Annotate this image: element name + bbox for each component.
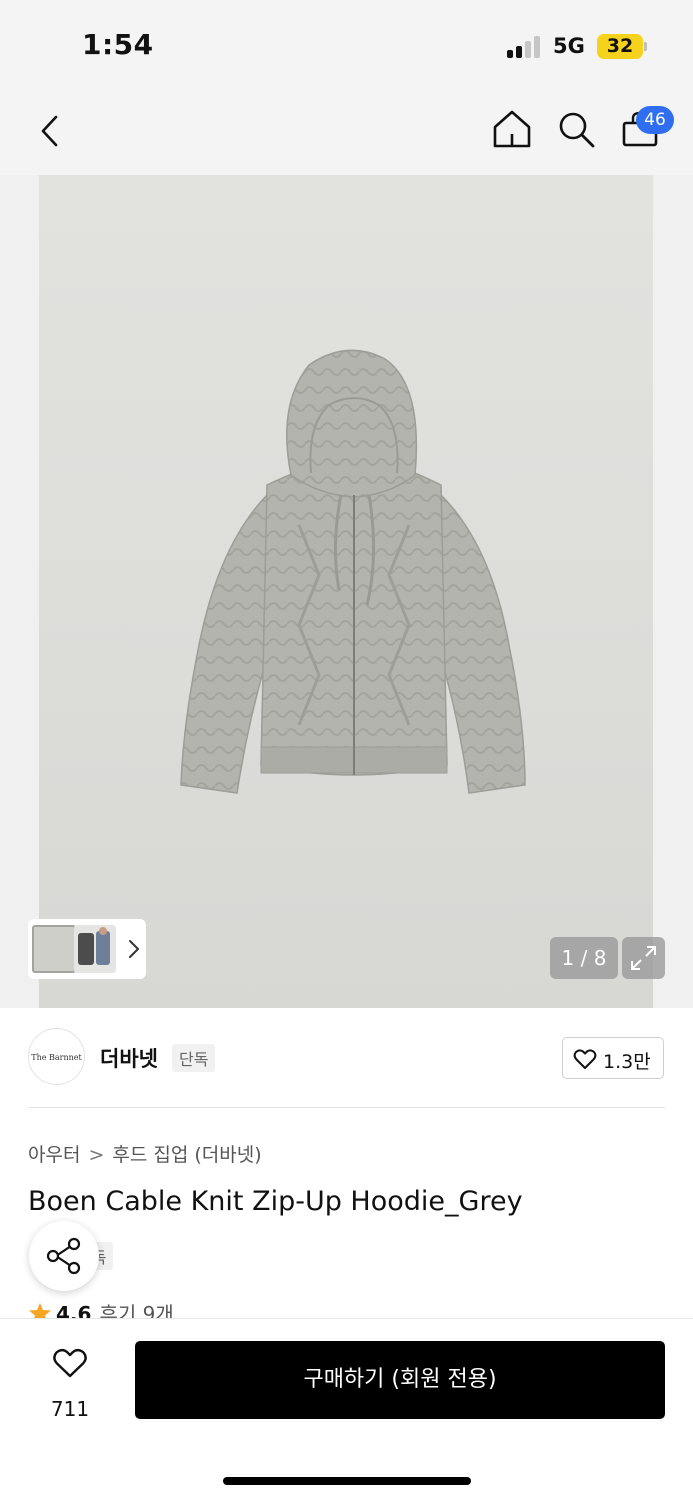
top-nav (0, 95, 693, 175)
back-button[interactable] (34, 111, 68, 151)
brand-logo[interactable]: The Barnnet (28, 1028, 85, 1085)
share-icon (46, 1237, 81, 1275)
image-counter: 1 / 8 (550, 937, 618, 979)
network-type: 5G (553, 34, 585, 58)
status-time: 1:54 (82, 28, 154, 61)
brand-like-button[interactable]: 1.3만 (562, 1037, 664, 1079)
breadcrumb: 아우터 > 후드 집업 (더바넷) (28, 1140, 262, 1167)
battery-indicator: 32 (597, 34, 643, 59)
divider (28, 1107, 665, 1108)
brand-name[interactable]: 더바넷 (100, 1043, 158, 1073)
product-title: Boen Cable Knit Zip-Up Hoodie_Grey (28, 1186, 523, 1217)
heart-outline-icon (53, 1348, 87, 1378)
hoodie-illustration (180, 349, 526, 794)
breadcrumb-category[interactable]: 아우터 (28, 1144, 80, 1166)
search-icon (559, 112, 595, 148)
heart-outline-icon (573, 1049, 597, 1069)
search-button[interactable] (554, 107, 598, 151)
expand-icon (631, 946, 656, 970)
cart-count-badge: 46 (636, 106, 674, 134)
wishlist-button[interactable]: 711 (40, 1343, 100, 1423)
breadcrumb-separator: > (88, 1144, 105, 1166)
home-button[interactable] (490, 107, 534, 151)
home-icon (493, 110, 531, 148)
expand-button[interactable] (622, 937, 665, 979)
brand-like-count: 1.3만 (603, 1051, 651, 1073)
brand-exclusive-tag: 단독 (172, 1044, 216, 1072)
brand-row: The Barnnet 더바넷 단독 1.3만 (0, 1008, 693, 1108)
thumbnail-strip[interactable] (28, 919, 146, 979)
buy-button[interactable]: 구매하기 (회원 전용) (135, 1341, 665, 1419)
chevron-left-icon (41, 115, 58, 147)
share-button[interactable] (29, 1221, 99, 1291)
rating-row[interactable]: 4.6 후기 9개 (28, 1298, 174, 1320)
breadcrumb-subcategory[interactable]: 후드 집업 (더바넷) (112, 1144, 261, 1166)
bottom-action-bar: 711 구매하기 (회원 전용) (0, 1318, 693, 1500)
thumbnail-2[interactable] (74, 925, 116, 973)
product-photo[interactable] (39, 175, 653, 1008)
status-bar: 1:54 5G 32 (0, 0, 693, 95)
home-indicator (223, 1477, 471, 1485)
battery-tip (644, 42, 647, 51)
product-image-gallery[interactable]: 1 / 8 (0, 175, 693, 1008)
signal-icon (507, 36, 543, 58)
chevron-right-icon[interactable] (124, 935, 144, 963)
thumbnail-1[interactable] (32, 925, 76, 973)
wishlist-count: 711 (50, 1397, 90, 1421)
